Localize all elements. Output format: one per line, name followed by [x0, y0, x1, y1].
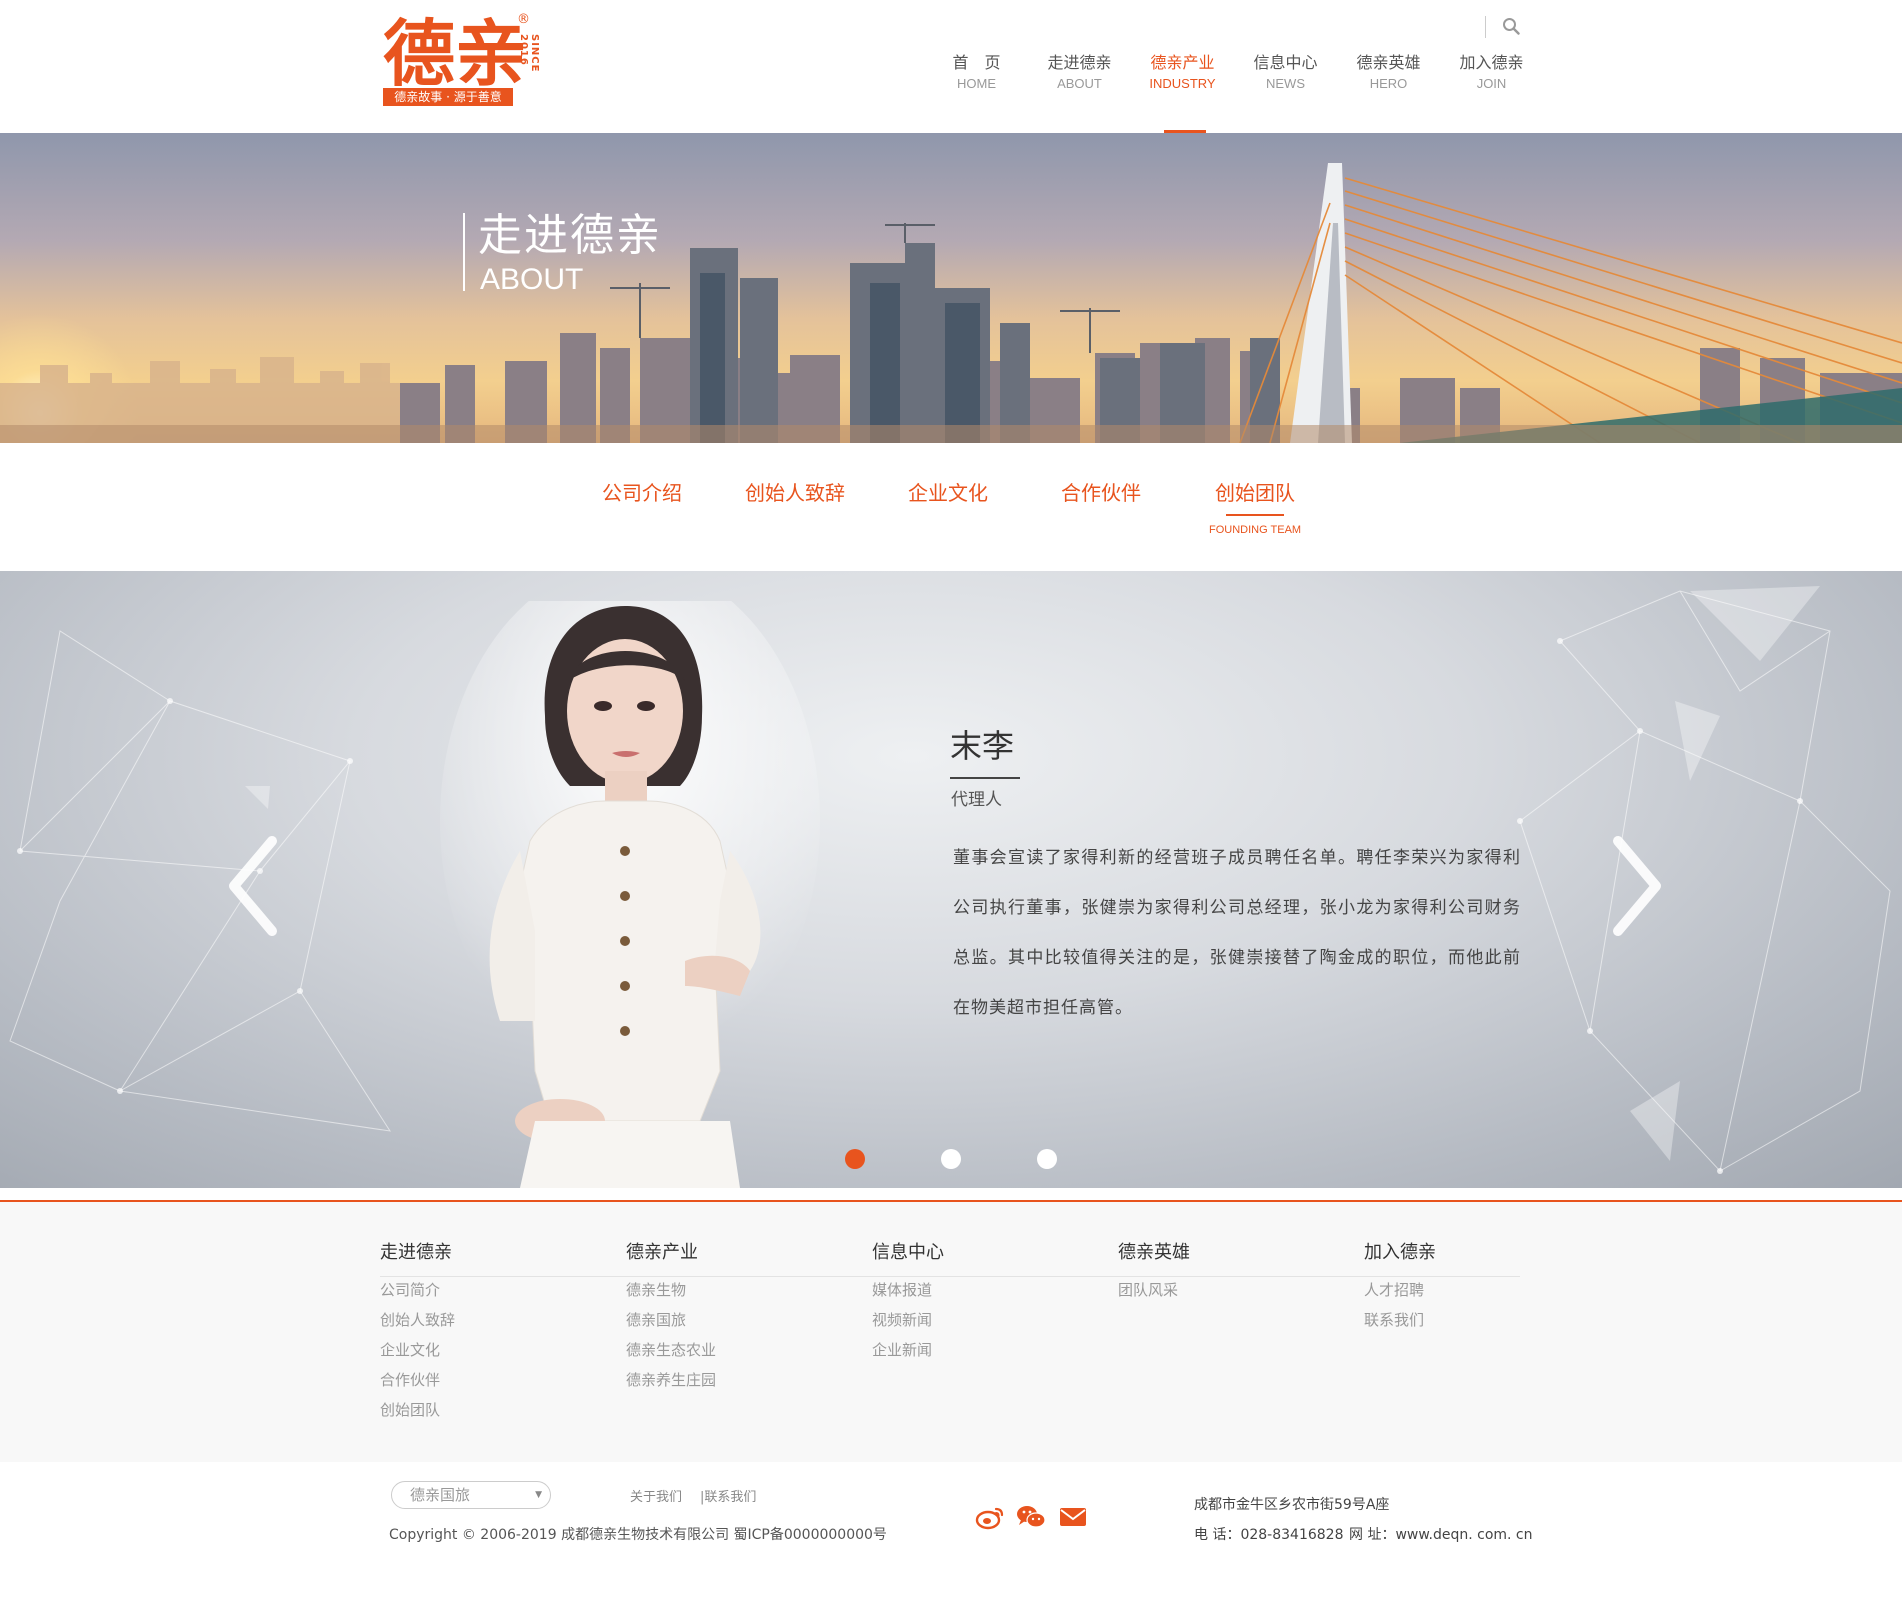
site-header: 德亲 ® SINCE 2016 德亲故事 · 源于善意 首 页 HOME 走进德… [0, 0, 1902, 133]
banner-subtitle: ABOUT [480, 263, 584, 296]
contact-us-link[interactable]: |联系我们 [700, 1486, 756, 1505]
mail-icon[interactable] [1058, 1504, 1088, 1530]
footer-link[interactable]: 联系我们 [1364, 1305, 1564, 1335]
tab-label: 合作伙伴 [1061, 481, 1141, 505]
registered-mark: ® [517, 12, 530, 27]
footer-link[interactable]: 德亲养生庄园 [626, 1365, 826, 1395]
tab-founder-speech[interactable]: 创始人致辞 [745, 478, 845, 508]
main-nav: 首 页 HOME 走进德亲 ABOUT 德亲产业 INDUSTRY 信息中心 N… [925, 52, 1543, 133]
nav-sublabel: NEWS [1266, 76, 1305, 91]
select-value: 德亲国旅 [410, 1486, 471, 1504]
company-address: 成都市金牛区乡农市街59号A座 [1194, 1497, 1390, 1513]
footer-link[interactable]: 企业文化 [380, 1335, 580, 1365]
search-divider [1485, 16, 1486, 38]
tab-label: 创始团队 [1215, 481, 1296, 505]
footer-col-title: 信息中心 [872, 1242, 944, 1263]
nav-item-hero[interactable]: 德亲英雄 HERO [1337, 52, 1440, 133]
company-phone: 电 话：028-83416828 [1194, 1527, 1344, 1543]
nav-label: 走进德亲 [1047, 53, 1112, 72]
nav-sublabel: ABOUT [1057, 76, 1102, 91]
logo-slogan: 德亲故事 · 源于善意 [383, 88, 513, 106]
footer-link[interactable]: 德亲国旅 [626, 1305, 826, 1335]
prev-slide-arrow-icon[interactable] [220, 831, 290, 941]
footer-col-title: 德亲产业 [626, 1242, 698, 1263]
tab-company-intro[interactable]: 公司介绍 [602, 478, 682, 508]
weibo-icon[interactable] [975, 1504, 1005, 1530]
footer-sitemap: 走进德亲 公司简介 创始人致辞 企业文化 合作伙伴 创始团队 德亲产业 德亲生物… [0, 1202, 1902, 1462]
chevron-down-icon: ▼ [535, 1490, 542, 1500]
about-us-link[interactable]: 关于我们 [630, 1486, 682, 1505]
tab-culture[interactable]: 企业文化 [908, 478, 988, 508]
tab-active-underline [1226, 514, 1285, 516]
nav-item-news[interactable]: 信息中心 NEWS [1234, 52, 1337, 133]
footer-link[interactable]: 德亲生态农业 [626, 1335, 826, 1365]
next-slide-arrow-icon[interactable] [1600, 831, 1670, 941]
nav-item-about[interactable]: 走进德亲 ABOUT [1028, 52, 1131, 133]
footer-col-news: 信息中心 媒体报道 视频新闻 企业新闻 [872, 1240, 1072, 1365]
nav-label: 首 页 [952, 53, 1001, 72]
tab-partners[interactable]: 合作伙伴 [1061, 478, 1141, 508]
logo-since: SINCE 2016 [518, 34, 540, 73]
footer-link[interactable]: 德亲生物 [626, 1275, 826, 1305]
search-icon[interactable] [1502, 17, 1520, 35]
nav-label: 信息中心 [1253, 53, 1318, 72]
member-name: 末李 [950, 727, 1015, 765]
nav-item-home[interactable]: 首 页 HOME [925, 52, 1028, 133]
nav-label: 德亲英雄 [1356, 53, 1421, 72]
tab-sublabel: FOUNDING TEAM [1209, 524, 1302, 536]
nav-sublabel: HERO [1369, 76, 1408, 91]
slide-dot-3[interactable] [1037, 1149, 1057, 1169]
site-select-dropdown[interactable]: 德亲国旅 ▼ [391, 1481, 551, 1509]
footer-link[interactable]: 创始人致辞 [380, 1305, 580, 1335]
footer-col-title: 走进德亲 [380, 1242, 452, 1263]
banner-title-bar [463, 213, 465, 291]
nav-item-join[interactable]: 加入德亲 JOIN [1440, 52, 1543, 133]
footer-col-hero: 德亲英雄 团队风采 [1118, 1240, 1318, 1305]
footer-col-title: 加入德亲 [1364, 1242, 1436, 1263]
footer-link[interactable]: 合作伙伴 [380, 1365, 580, 1395]
nav-sublabel: JOIN [1476, 76, 1507, 91]
logo[interactable]: 德亲 ® SINCE 2016 德亲故事 · 源于善意 [380, 12, 540, 107]
member-bio: 董事会宣读了家得利新的经营班子成员聘任名单。聘任李荣兴为家得利公司执行董事，张健… [953, 848, 1521, 1018]
about-subnav: 公司介绍 创始人致辞 企业文化 合作伙伴 创始团队 FOUNDING TEAM [0, 443, 1902, 571]
nav-label: 加入德亲 [1459, 53, 1524, 72]
footer-link[interactable]: 人才招聘 [1364, 1275, 1564, 1305]
about-banner: 走进德亲 ABOUT [0, 133, 1902, 443]
member-name-underline [950, 777, 1020, 779]
footer-link[interactable]: 创始团队 [380, 1395, 580, 1425]
footer-col-about: 走进德亲 公司简介 创始人致辞 企业文化 合作伙伴 创始团队 [380, 1240, 580, 1425]
footer-col-join: 加入德亲 人才招聘 联系我们 [1364, 1240, 1564, 1335]
nav-sublabel: HOME [957, 76, 996, 91]
banner-title: 走进德亲 [478, 210, 662, 261]
footer-col-title: 德亲英雄 [1118, 1242, 1190, 1263]
tab-founding-team[interactable]: 创始团队 FOUNDING TEAM [1209, 478, 1301, 536]
nav-sublabel: INDUSTRY [1149, 76, 1216, 91]
footer-link[interactable]: 公司简介 [380, 1275, 580, 1305]
member-role: 代理人 [951, 790, 1002, 810]
logo-text: 德亲 [383, 12, 528, 96]
footer-link[interactable]: 视频新闻 [872, 1305, 1072, 1335]
footer-link[interactable]: 媒体报道 [872, 1275, 1072, 1305]
company-website[interactable]: 网 址：www.deqn. com. cn [1349, 1524, 1533, 1544]
nav-item-industry[interactable]: 德亲产业 INDUSTRY [1131, 52, 1234, 133]
tab-label: 创始人致辞 [745, 481, 845, 505]
tab-label: 企业文化 [908, 481, 988, 505]
nav-label: 德亲产业 [1150, 53, 1215, 72]
slide-dot-1[interactable] [845, 1149, 865, 1169]
footer-link[interactable]: 企业新闻 [872, 1335, 1072, 1365]
slide-dot-2[interactable] [941, 1149, 961, 1169]
bottom-bar: 德亲国旅 ▼ 关于我们 |联系我们 Copyright © 2006-2019 … [0, 1462, 1902, 1609]
copyright-text: Copyright © 2006-2019 成都德亲生物技术有限公司 蜀ICP备… [389, 1527, 887, 1543]
footer-col-industry: 德亲产业 德亲生物 德亲国旅 德亲生态农业 德亲养生庄园 [626, 1240, 826, 1395]
city-skyline-image [0, 163, 1902, 443]
member-portrait [440, 601, 820, 1188]
footer-link[interactable]: 团队风采 [1118, 1275, 1318, 1305]
tab-label: 公司介绍 [602, 481, 682, 505]
wechat-icon[interactable] [1016, 1504, 1046, 1530]
team-slider: 末李 代理人 董事会宣读了家得利新的经营班子成员聘任名单。聘任李荣兴为家得利公司… [0, 571, 1902, 1188]
